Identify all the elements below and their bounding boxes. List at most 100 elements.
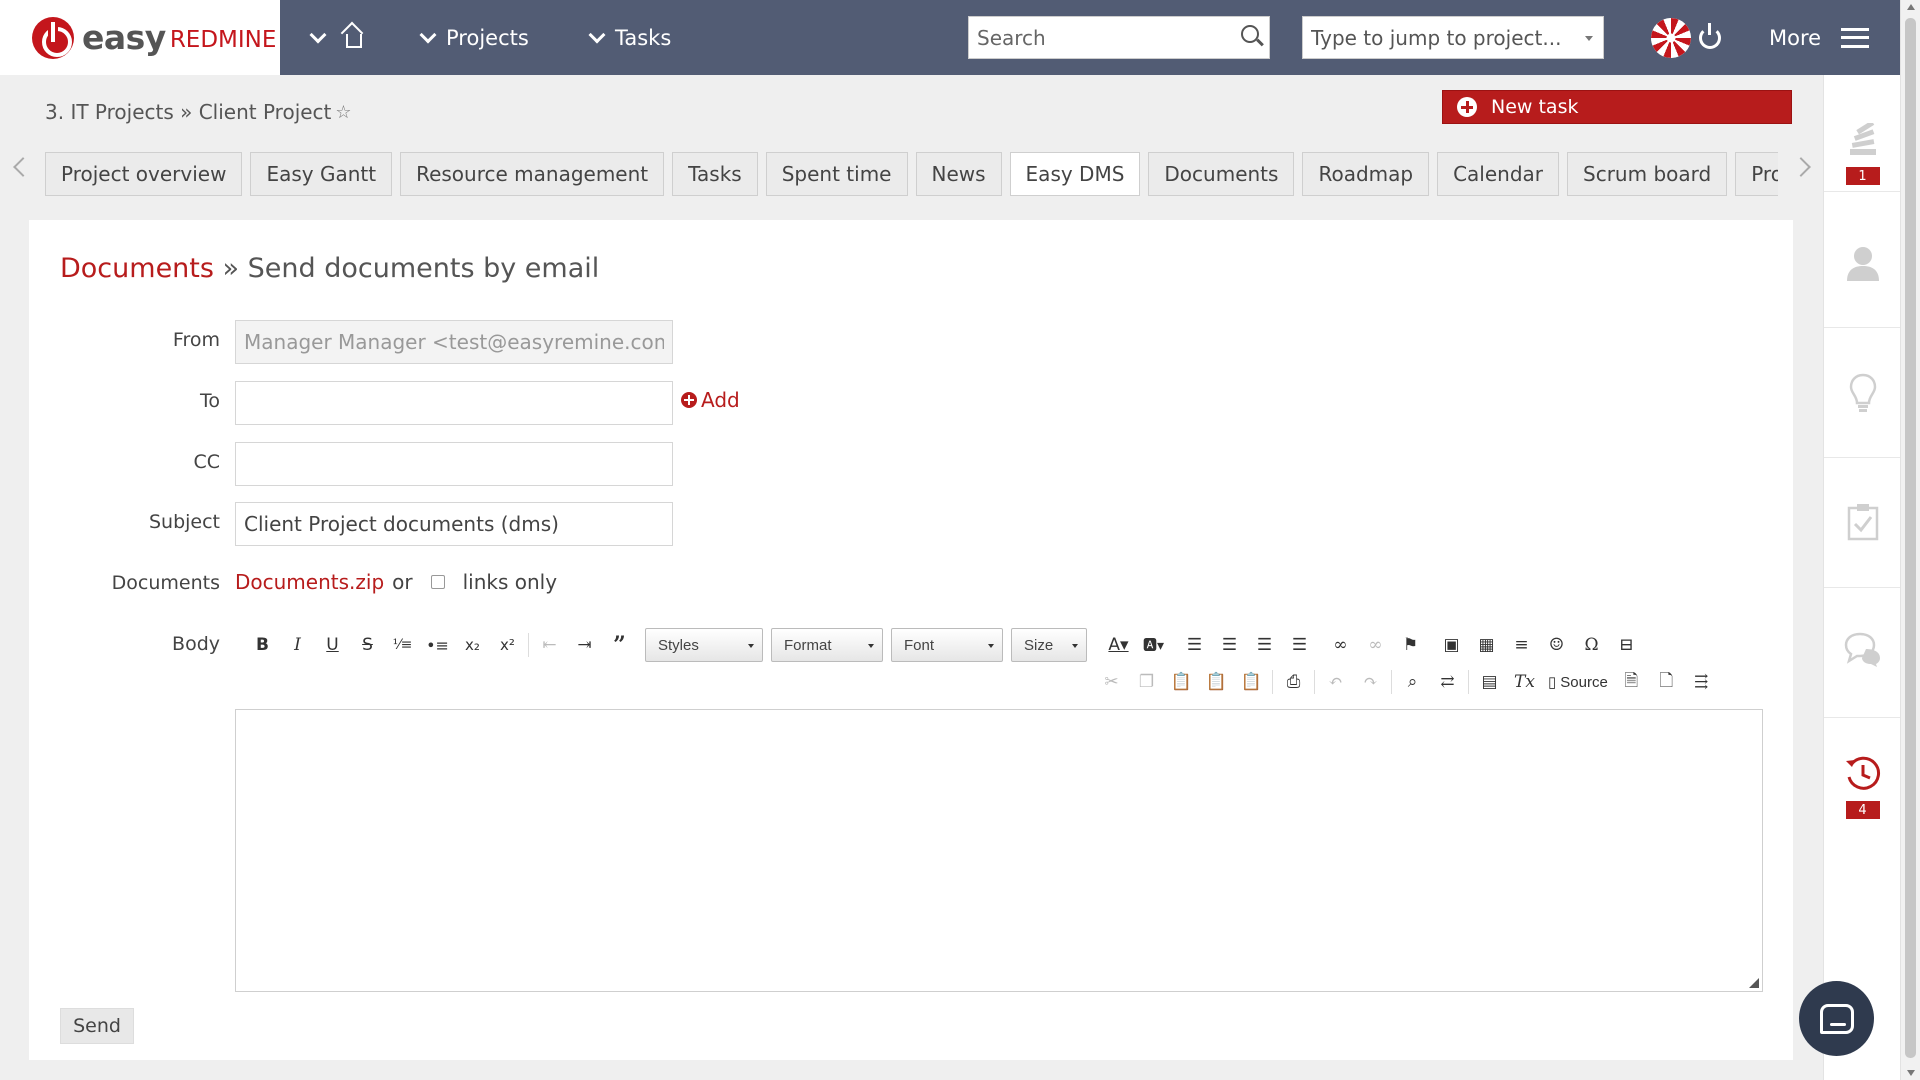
table-icon[interactable]: ▦ xyxy=(1469,630,1504,660)
tab-easy-dms[interactable]: Easy DMS xyxy=(1009,152,1141,196)
size-dropdown[interactable]: Size xyxy=(1011,628,1087,662)
resize-handle-icon[interactable] xyxy=(1749,978,1759,988)
paste-icon[interactable]: 📋 xyxy=(1164,667,1199,697)
tab-roadmap[interactable]: Roadmap xyxy=(1302,152,1430,196)
tab-easy-gantt[interactable]: Easy Gantt xyxy=(250,152,393,196)
blockquote-icon[interactable]: ” xyxy=(602,630,637,660)
bullet-list-icon[interactable]: •≡ xyxy=(420,630,455,660)
paste-text-icon[interactable]: 📋 xyxy=(1199,667,1234,697)
align-justify-icon[interactable]: ☰ xyxy=(1282,630,1317,660)
tab-resource-management[interactable]: Resource management xyxy=(400,152,665,196)
align-left-icon[interactable]: ☰ xyxy=(1177,630,1212,660)
tab-calendar[interactable]: Calendar xyxy=(1437,152,1560,196)
scroll-up-icon[interactable] xyxy=(1907,4,1915,10)
new-task-button[interactable]: New task xyxy=(1442,90,1792,124)
add-recipient-button[interactable]: Add xyxy=(681,388,740,412)
paste-word-icon[interactable]: 📋 xyxy=(1234,667,1269,697)
documents-zip-link[interactable]: Documents.zip xyxy=(235,570,384,594)
subscript-icon[interactable]: x₂ xyxy=(455,630,490,660)
tab-news[interactable]: News xyxy=(915,152,1002,196)
easy-redmine-logo[interactable]: easy REDMINE xyxy=(0,0,280,75)
logout-icon[interactable] xyxy=(1699,23,1721,49)
outdent-icon[interactable]: ⇤ xyxy=(532,630,567,660)
cut-icon[interactable]: ✂ xyxy=(1094,667,1129,697)
find-icon[interactable]: ⌕ xyxy=(1395,667,1430,697)
tab-scrum-board[interactable]: Scrum board xyxy=(1567,152,1728,196)
cc-field[interactable] xyxy=(235,442,673,486)
print-icon[interactable]: ⎙ xyxy=(1276,667,1311,697)
page-break-icon[interactable]: ⊟ xyxy=(1609,630,1644,660)
source-button[interactable]: ▯ Source xyxy=(1542,673,1614,692)
scroll-down-icon[interactable] xyxy=(1907,1070,1915,1076)
ideas-item[interactable] xyxy=(1824,373,1901,413)
superscript-icon[interactable]: x² xyxy=(490,630,525,660)
preview-icon[interactable]: 🗎 xyxy=(1614,667,1649,697)
jump-to-project-select[interactable] xyxy=(1302,16,1604,59)
subject-input[interactable] xyxy=(236,503,672,545)
image-icon[interactable]: ▣ xyxy=(1434,630,1469,660)
tab-tasks[interactable]: Tasks xyxy=(672,152,758,196)
link-icon[interactable]: ∞ xyxy=(1323,630,1358,660)
remove-format-icon[interactable]: Tx xyxy=(1507,667,1542,697)
links-only-checkbox[interactable] xyxy=(430,575,445,589)
jump-to-project-input[interactable] xyxy=(1303,17,1603,58)
tab-documents[interactable]: Documents xyxy=(1148,152,1295,196)
align-right-icon[interactable]: ☰ xyxy=(1247,630,1282,660)
history-item[interactable]: 4 xyxy=(1824,755,1901,819)
more-menu[interactable]: More xyxy=(1769,0,1870,75)
replace-icon[interactable]: ⇄ xyxy=(1430,667,1465,697)
smiley-icon[interactable]: ☺ xyxy=(1539,630,1574,660)
to-input[interactable] xyxy=(236,382,672,424)
body-editor[interactable] xyxy=(235,709,1763,992)
activity-feed-item[interactable]: 1 xyxy=(1824,123,1901,185)
page-scrollbar[interactable] xyxy=(1900,0,1920,1080)
redo-icon[interactable]: ↷ xyxy=(1353,667,1388,697)
search-field[interactable] xyxy=(968,16,1270,59)
background-color-icon[interactable]: 🅰▾ xyxy=(1136,630,1171,660)
tasks-menu[interactable]: Tasks xyxy=(588,0,671,75)
projects-menu[interactable]: Projects xyxy=(419,0,529,75)
underline-icon[interactable]: U xyxy=(315,630,350,660)
indent-icon[interactable]: ⇥ xyxy=(567,630,602,660)
send-button[interactable]: Send xyxy=(60,1008,134,1044)
show-blocks-icon[interactable]: ⇶ xyxy=(1684,667,1719,697)
numbered-list-icon[interactable]: ⅟≡ xyxy=(385,630,420,660)
search-input[interactable] xyxy=(969,17,1269,58)
scrollbar-thumb[interactable] xyxy=(1905,18,1916,1058)
support-chat-button[interactable] xyxy=(1799,981,1874,1056)
documents-title-link[interactable]: Documents xyxy=(60,253,214,284)
subject-field[interactable] xyxy=(235,502,673,546)
unlink-icon[interactable]: ∞ xyxy=(1358,630,1393,660)
bold-icon[interactable]: B xyxy=(245,630,280,660)
text-color-icon[interactable]: A▾ xyxy=(1101,630,1136,660)
strikethrough-icon[interactable]: S xyxy=(350,630,385,660)
chat-item[interactable] xyxy=(1824,631,1901,667)
to-field[interactable] xyxy=(235,381,673,425)
tab-project-overview[interactable]: Project overview xyxy=(45,152,243,196)
user-avatar[interactable] xyxy=(1651,18,1691,58)
cc-input[interactable] xyxy=(236,443,672,485)
align-center-icon[interactable]: ☰ xyxy=(1212,630,1247,660)
tab-spent-time[interactable]: Spent time xyxy=(765,152,908,196)
font-dropdown[interactable]: Font xyxy=(891,628,1003,662)
special-character-icon[interactable]: Ω xyxy=(1574,630,1609,660)
search-icon[interactable] xyxy=(1241,25,1259,43)
tabs-scroll-right-icon[interactable] xyxy=(1791,157,1811,177)
styles-dropdown[interactable]: Styles xyxy=(645,628,763,662)
user-profile-item[interactable] xyxy=(1824,245,1901,281)
copy-icon[interactable]: ❐ xyxy=(1129,667,1164,697)
templates-icon[interactable]: 🗋 xyxy=(1649,667,1684,697)
undo-icon[interactable]: ↶ xyxy=(1318,667,1353,697)
tabs-scroll-left-icon[interactable] xyxy=(13,157,33,177)
checklist-item[interactable] xyxy=(1824,503,1901,541)
horizontal-rule-icon[interactable]: ≡ xyxy=(1504,630,1539,660)
select-all-icon[interactable]: ▤ xyxy=(1472,667,1507,697)
anchor-flag-icon[interactable]: ⚑ xyxy=(1393,630,1428,660)
italic-icon[interactable]: I xyxy=(280,630,315,660)
tab-project-calculation[interactable]: Project calculation xyxy=(1735,152,1778,196)
format-dropdown[interactable]: Format xyxy=(771,628,883,662)
links-only-label[interactable]: links only xyxy=(463,570,557,594)
home-menu[interactable] xyxy=(309,0,362,75)
breadcrumb-path[interactable]: 3. IT Projects » Client Project xyxy=(45,100,331,124)
favorite-star-icon[interactable]: ☆ xyxy=(335,102,351,123)
